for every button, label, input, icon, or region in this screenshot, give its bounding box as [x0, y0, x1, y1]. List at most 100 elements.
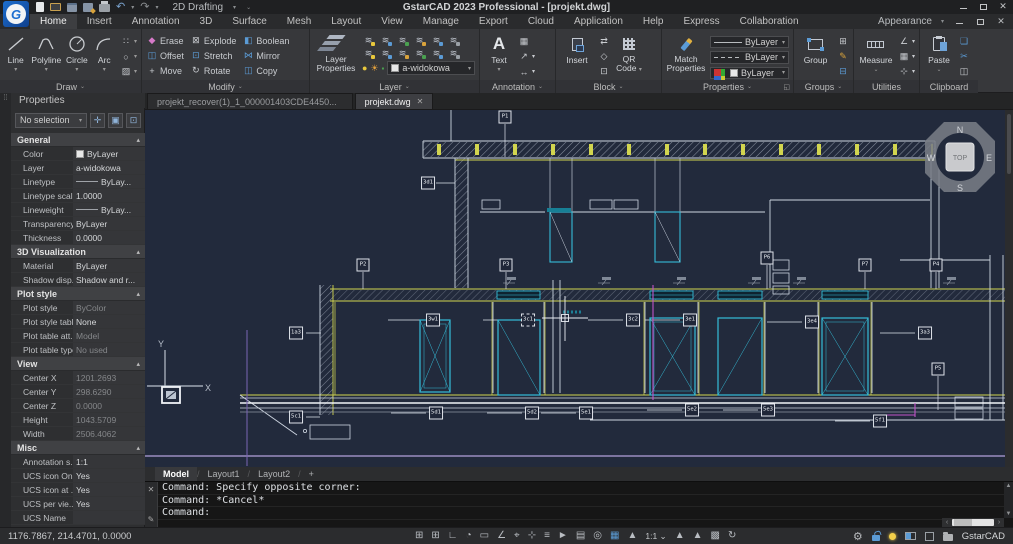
ribbon-tab[interactable]: Manage	[413, 14, 469, 29]
marker-label[interactable]: 5d2	[525, 407, 539, 420]
bulb-icon[interactable]	[889, 533, 896, 540]
panel-label-layer[interactable]: Layer⌄	[310, 80, 479, 93]
status-icon[interactable]: ◔	[466, 528, 472, 544]
scroll-left-icon[interactable]: ‹	[942, 519, 952, 526]
marker-label[interactable]: 3c2	[626, 314, 640, 327]
palette-row[interactable]: Annotation s... 1:1	[11, 455, 145, 469]
view-cube[interactable]: N W E S TOP	[921, 118, 999, 196]
palette-row[interactable]: Linetype ByLay...	[11, 175, 145, 189]
ribbon-close-button[interactable]: ✕	[995, 16, 1007, 27]
ribbon-tab[interactable]: 3D	[190, 14, 223, 29]
status-icon[interactable]: ▤	[576, 528, 585, 544]
layer-lock-icon[interactable]: ≋	[396, 35, 409, 46]
marker-label[interactable]: 5f1	[873, 415, 887, 428]
block-attr-button[interactable]: ◇	[598, 50, 610, 63]
panel-label-utilities[interactable]: Utilities	[854, 80, 919, 93]
status-icon[interactable]: ▲	[693, 528, 703, 544]
text-button[interactable]: A Text▾	[484, 32, 514, 79]
copy-base-button[interactable]: ◫	[958, 65, 970, 78]
gstarcad-logo-icon[interactable]: G	[3, 1, 29, 27]
panel-label-groups[interactable]: Groups⌄	[794, 80, 853, 93]
linetype-combo[interactable]: ByLayer▾	[710, 51, 789, 63]
ribbon-tab[interactable]: View	[371, 14, 413, 29]
copy-clip-button[interactable]: ❏	[958, 35, 970, 48]
settings-gear-icon[interactable]: ⚙	[853, 530, 863, 543]
layer-thaw-icon[interactable]: ≋	[379, 48, 392, 59]
marker-label[interactable]: 3e1	[683, 314, 697, 327]
layout-tab[interactable]: Model	[155, 467, 197, 481]
marker-label[interactable]: P6	[761, 252, 774, 265]
status-icon[interactable]: ▲	[627, 528, 637, 544]
quick-calc-button[interactable]: ∠▾	[898, 35, 915, 48]
redo-dropdown-icon[interactable]: ▾	[155, 4, 158, 11]
palette-row[interactable]: Material ByLayer	[11, 259, 145, 273]
quick-select-icon[interactable]: ✛	[90, 113, 105, 128]
marker-label[interactable]: 3e4	[805, 316, 819, 329]
panel-label-clipboard[interactable]: Clipboard	[920, 80, 978, 93]
block-edit-button[interactable]: ⇄	[598, 35, 610, 48]
display-icon[interactable]	[905, 532, 916, 540]
selection-combo[interactable]: No selection▾	[15, 113, 87, 128]
layer-walk-icon[interactable]: ≋	[413, 48, 426, 59]
fullscreen-icon[interactable]	[925, 532, 934, 541]
paste-button[interactable]: Paste⌄	[924, 32, 954, 79]
close-command-icon[interactable]: ✕	[148, 485, 155, 494]
status-icon[interactable]: 1:1 ⌄	[645, 528, 666, 544]
palette-row[interactable]: Layer a-widokowa	[11, 161, 145, 175]
palette-row[interactable]: Center Y 298.6290	[11, 385, 145, 399]
redo-icon[interactable]: ↷	[140, 2, 149, 12]
ribbon-tab[interactable]: Express	[673, 14, 729, 29]
ribbon-tab[interactable]: Insert	[77, 14, 122, 29]
group-select-button[interactable]: ⊟	[837, 65, 849, 78]
marker-label[interactable]: P4	[930, 259, 943, 272]
restore-button[interactable]	[977, 1, 989, 12]
palette-row[interactable]: Lineweight ByLay...	[11, 203, 145, 217]
dimension-button[interactable]: ↔▾	[518, 65, 535, 78]
status-icon[interactable]: ⊞	[431, 528, 439, 544]
status-icon[interactable]: ⌖	[514, 528, 520, 544]
bulb-icon[interactable]: ●	[362, 63, 367, 73]
toggle-pickadd-icon[interactable]: ⊡	[126, 113, 141, 128]
group-button[interactable]: Group	[798, 32, 833, 79]
canvas-scrollbar[interactable]	[1005, 110, 1013, 467]
object-color-combo[interactable]: ByLayer▾	[710, 67, 789, 79]
marker-label[interactable]: P7	[859, 259, 872, 272]
calculator-button[interactable]: ▦▾	[898, 50, 915, 63]
insert-button[interactable]: Insert	[560, 32, 594, 79]
panel-label-properties[interactable]: Properties⌄	[662, 80, 793, 93]
marker-label[interactable]: P2	[357, 259, 370, 272]
layout-tab[interactable]: Layout2	[250, 467, 298, 481]
move-button[interactable]: +Move	[146, 64, 184, 77]
erase-button[interactable]: ◆Erase	[146, 34, 184, 47]
save-icon[interactable]	[67, 3, 77, 12]
ribbon-tab[interactable]: Layout	[321, 14, 371, 29]
block-define-button[interactable]: ⊡	[598, 65, 610, 78]
ribbon-tab[interactable]: Collaboration	[730, 14, 809, 29]
palette-row[interactable]: UCS Name	[11, 511, 145, 525]
circle-button[interactable]: Circle▾	[65, 32, 88, 79]
palette-row[interactable]: Shadow disp... Shadow and r...	[11, 273, 145, 287]
explode-button[interactable]: ⊠Explode	[190, 34, 237, 47]
plot-toggle-icon[interactable]: ▪	[382, 64, 385, 73]
layer-freeze-icon[interactable]: ≋	[379, 35, 392, 46]
ribbon-tab[interactable]: Home	[30, 14, 77, 29]
palette-row[interactable]: UCS per vie... Yes	[11, 497, 145, 511]
marker-label[interactable]: 5d1	[429, 407, 443, 420]
palette-row[interactable]: Thickness 0.0000	[11, 231, 145, 245]
select-objects-icon[interactable]: ▣	[108, 113, 123, 128]
marker-label[interactable]: 5e1	[579, 407, 593, 420]
leader-button[interactable]: ↗▾	[518, 50, 535, 63]
palette-row[interactable]: Plot table type No used	[11, 343, 145, 357]
ellipse-tool-button[interactable]: ○▾	[120, 50, 137, 63]
status-icon[interactable]: ►	[558, 528, 568, 544]
save-as-icon[interactable]	[83, 3, 93, 12]
arc-button[interactable]: Arc▾	[93, 32, 116, 79]
id-point-button[interactable]: ⊹▾	[898, 65, 915, 78]
layer-isolate-icon[interactable]: ≋	[430, 35, 443, 46]
panel-label-annotation[interactable]: Annotation⌄	[480, 80, 555, 93]
marker-label[interactable]: 3c1	[521, 314, 535, 327]
ribbon-tab[interactable]: Application	[564, 14, 633, 29]
palette-row[interactable]: Plot style table None	[11, 315, 145, 329]
status-icon[interactable]: ▩	[711, 528, 720, 544]
boolean-button[interactable]: ◧Boolean	[242, 34, 289, 47]
